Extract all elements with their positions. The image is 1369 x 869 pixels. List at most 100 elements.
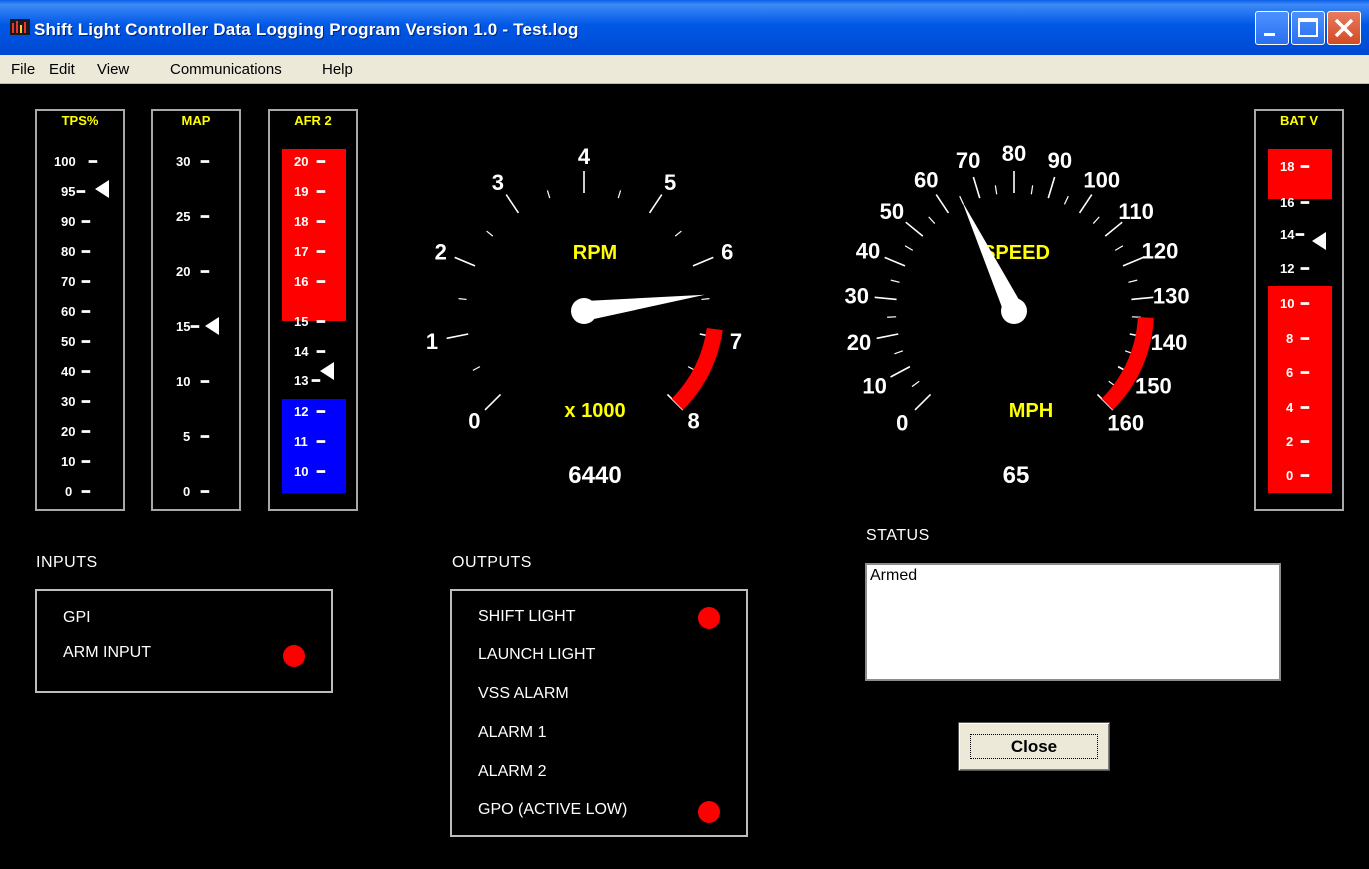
spd-scale-label: 50 xyxy=(880,199,904,224)
menu-bar: File Edit View Communications Help xyxy=(0,55,1369,84)
afr-pointer xyxy=(320,362,334,380)
tps-tick: 20 xyxy=(61,424,76,439)
menu-edit[interactable]: Edit xyxy=(49,61,75,78)
afr-tick: 14 xyxy=(294,344,309,359)
tps-tick: 30 xyxy=(61,394,76,409)
output-label-gpo: GPO (ACTIVE LOW) xyxy=(478,801,628,818)
menu-view[interactable]: View xyxy=(97,61,129,78)
minimize-button[interactable] xyxy=(1255,11,1289,45)
map-tick: 0 xyxy=(183,484,191,499)
map-tick: 15 xyxy=(176,319,191,334)
arm-input-indicator xyxy=(283,645,305,667)
spd-scale-label: 120 xyxy=(1142,239,1179,264)
batv-pointer xyxy=(1312,232,1326,250)
spd-scale-label: 110 xyxy=(1118,199,1154,224)
rpm-unit: x 1000 xyxy=(564,400,625,422)
gpo-indicator xyxy=(698,801,720,823)
spd-minor-tick xyxy=(904,245,914,251)
afr-tick: 20 xyxy=(294,154,309,169)
spd-major-tick xyxy=(905,221,924,237)
spd-major-tick xyxy=(884,256,906,267)
rpm-major-tick xyxy=(484,393,502,411)
batv-tick: 4 xyxy=(1286,400,1294,415)
close-window-button[interactable] xyxy=(1327,11,1361,45)
map-tick: 5 xyxy=(183,429,191,444)
batv-high-band xyxy=(1268,149,1332,199)
map-pointer xyxy=(205,317,219,335)
maximize-icon xyxy=(1298,18,1318,37)
menu-help[interactable]: Help xyxy=(322,61,353,78)
title-bar[interactable]: Shift Light Controller Data Logging Prog… xyxy=(0,0,1369,55)
output-label-alarm-1: ALARM 1 xyxy=(478,724,547,741)
input-label-gpi: GPI xyxy=(63,609,91,626)
rpm-scale-label: 1 xyxy=(426,329,438,354)
main-window: Shift Light Controller Data Logging Prog… xyxy=(0,0,1369,869)
afr-tick: 11 xyxy=(294,434,308,449)
shift-light-indicator xyxy=(698,607,720,629)
minimize-icon xyxy=(1264,33,1275,36)
menu-communications[interactable]: Communications xyxy=(170,61,282,78)
speed-gauge: 0 10 20 30 4050 60 70 80 90 100 110 120 130 140 150 160… xyxy=(845,141,1190,489)
inputs-panel: GPI ARM INPUT xyxy=(35,589,333,693)
spd-scale-label: 80 xyxy=(1002,141,1026,166)
tps-tick: 40 xyxy=(61,364,76,379)
tps-tick: 60 xyxy=(61,304,76,319)
rpm-value: 6440 xyxy=(568,462,621,489)
spd-scale-label: 130 xyxy=(1153,284,1190,309)
tps-pointer xyxy=(95,180,109,198)
spd-scale-label: 150 xyxy=(1135,373,1172,398)
rpm-minor-tick xyxy=(617,190,622,199)
spd-major-tick xyxy=(1104,221,1123,237)
rpm-minor-tick xyxy=(472,366,481,371)
spd-minor-tick xyxy=(1128,279,1138,283)
rpm-gauge: 0 1 2 3 4 5 6 7 8 RPM x 1000 6440 xyxy=(426,144,742,489)
tps-tick: 70 xyxy=(61,274,76,289)
speed-hub xyxy=(1001,298,1027,324)
batv-title: BAT V xyxy=(1279,113,1319,128)
batv-tick: 6 xyxy=(1286,365,1294,380)
batv-tick: 2 xyxy=(1286,434,1294,449)
batv-low-band xyxy=(1268,286,1332,493)
spd-minor-tick xyxy=(890,279,900,283)
maximize-button[interactable] xyxy=(1291,11,1325,45)
spd-major-tick xyxy=(935,194,950,214)
spd-major-tick xyxy=(1122,256,1144,267)
rpm-minor-tick xyxy=(486,230,494,237)
spd-minor-tick xyxy=(1030,185,1034,195)
close-button[interactable]: Close xyxy=(958,722,1110,771)
spd-scale-label: 60 xyxy=(914,168,938,193)
status-textbox[interactable]: Armed xyxy=(865,563,1281,681)
map-tick: 20 xyxy=(176,264,191,279)
menu-file[interactable]: File xyxy=(11,61,35,78)
spd-major-tick xyxy=(876,333,899,340)
spd-scale-label: 20 xyxy=(847,330,871,355)
afr-tick: 19 xyxy=(294,184,309,199)
rpm-scale-label: 5 xyxy=(664,170,676,195)
batv-tick: 12 xyxy=(1280,261,1295,276)
spd-scale-label: 40 xyxy=(856,239,880,264)
afr-tick: 15 xyxy=(294,314,309,329)
rpm-major-tick xyxy=(692,256,714,267)
batv-tick: 10 xyxy=(1280,296,1295,311)
rpm-hub xyxy=(571,298,597,324)
spd-major-tick xyxy=(1047,176,1056,199)
spd-minor-tick xyxy=(1063,195,1069,205)
outputs-panel: SHIFT LIGHT LAUNCH LIGHT VSS ALARM ALARM… xyxy=(450,589,748,837)
rpm-scale-label: 3 xyxy=(492,170,504,195)
batv-tick: 0 xyxy=(1286,468,1294,483)
speed-scale-labels: 0 10 20 30 4050 60 70 80 90 100 110 120 130 140 150 160 xyxy=(845,141,1190,436)
spd-major-tick xyxy=(914,393,932,411)
batv-tick: 16 xyxy=(1280,195,1295,210)
tps-title: TPS% xyxy=(61,113,99,128)
close-icon xyxy=(1334,18,1354,38)
batv-tick: 14 xyxy=(1280,227,1295,242)
status-text: Armed xyxy=(870,567,918,584)
spd-scale-label: 90 xyxy=(1048,148,1072,173)
spd-scale-label: 0 xyxy=(896,411,908,436)
tps-tick: 10 xyxy=(61,454,76,469)
app-icon xyxy=(10,19,30,35)
afr-tick: 10 xyxy=(294,464,309,479)
spd-major-tick xyxy=(890,365,911,378)
rpm-major-tick xyxy=(648,194,663,214)
tps-tick: 100 xyxy=(54,154,76,169)
